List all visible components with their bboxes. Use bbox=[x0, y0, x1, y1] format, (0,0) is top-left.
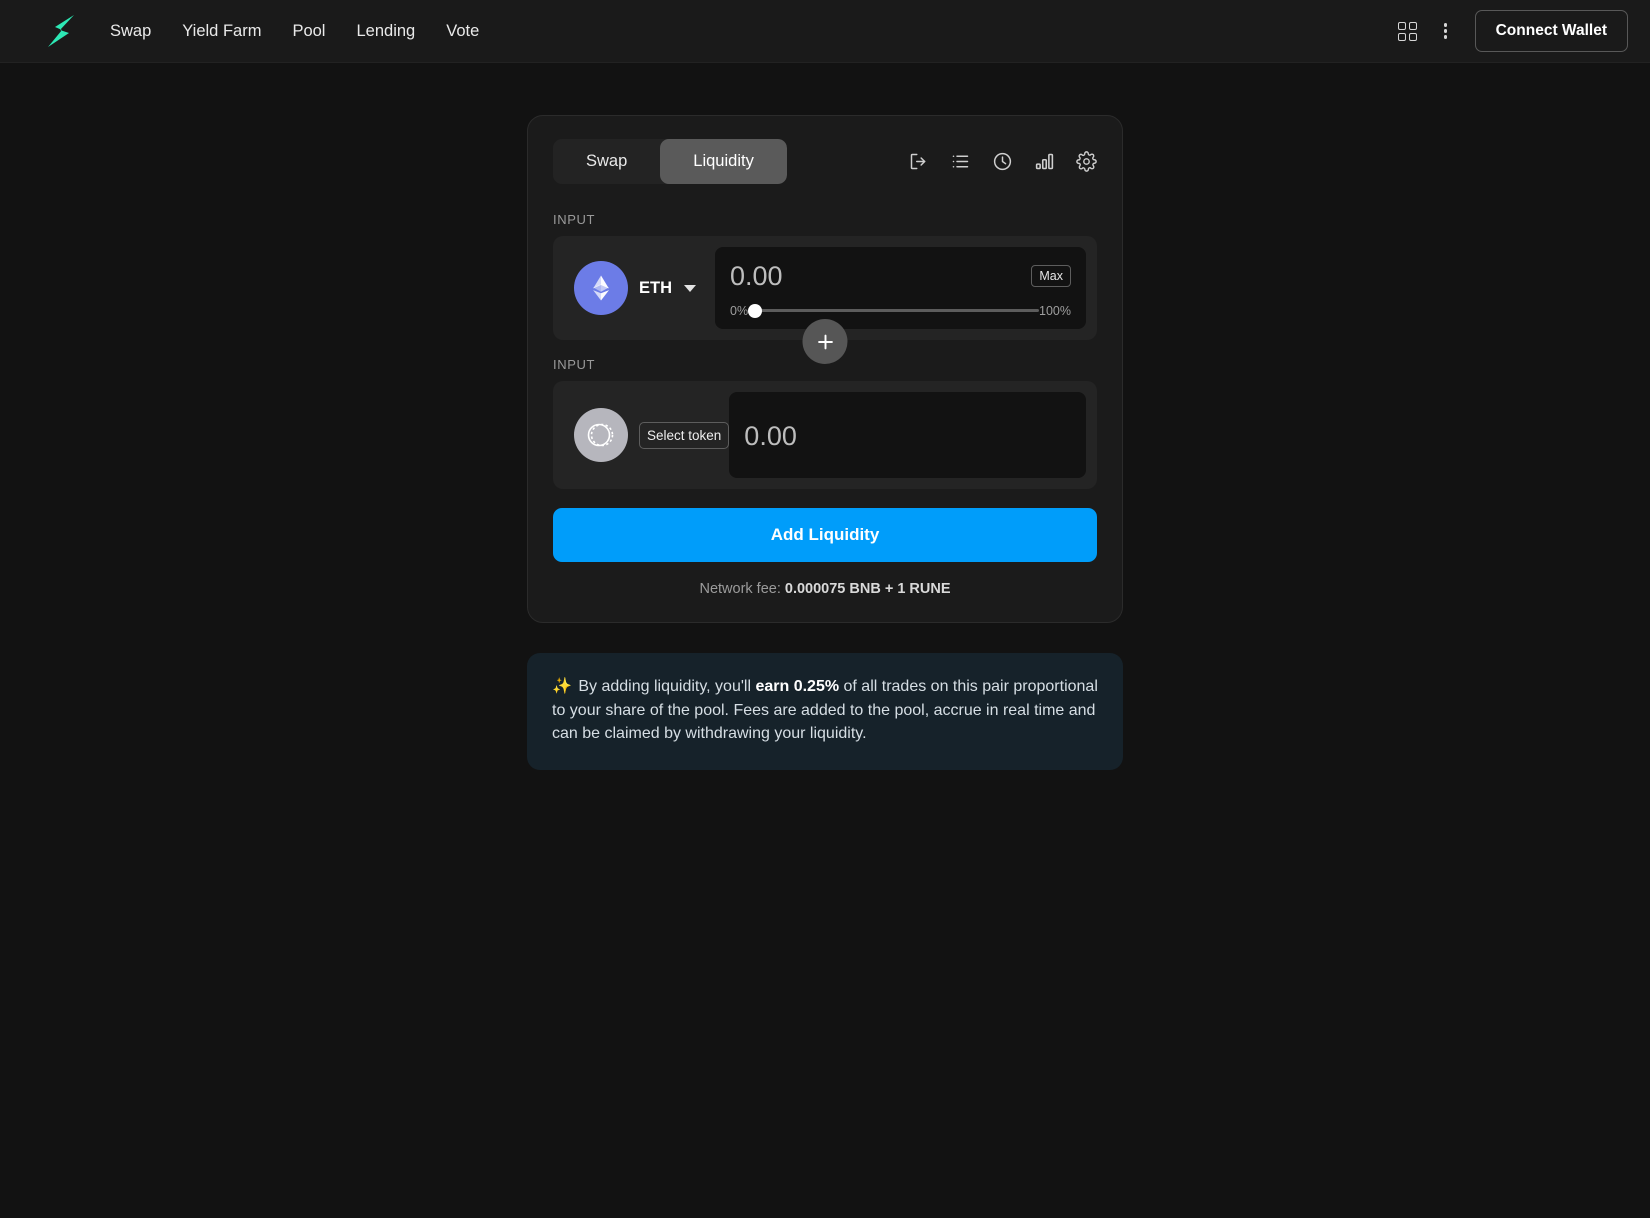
nav-item-lending[interactable]: Lending bbox=[354, 16, 417, 47]
slider-track-wrapper[interactable] bbox=[748, 303, 1040, 318]
select-token-button[interactable]: Select token bbox=[639, 421, 730, 449]
network-fee-value: 0.000075 BNB + 1 RUNE bbox=[784, 581, 951, 597]
input-one-label: INPUT bbox=[553, 212, 595, 227]
percent-slider[interactable]: 0% 100% bbox=[730, 303, 1071, 318]
input-two-amount-box bbox=[729, 392, 1086, 478]
unknown-token-avatar bbox=[574, 408, 628, 462]
input-one-amount-row: Max bbox=[730, 260, 1071, 292]
tab-swap[interactable]: Swap bbox=[553, 139, 660, 184]
token-selector-empty[interactable]: Select token bbox=[564, 408, 730, 462]
chart-button[interactable] bbox=[1034, 151, 1055, 172]
input-one-amount-field[interactable] bbox=[730, 260, 1032, 292]
clock-history-icon bbox=[993, 152, 1012, 171]
settings-button[interactable] bbox=[1076, 151, 1097, 172]
add-token-button[interactable] bbox=[802, 319, 848, 364]
top-header: Swap Yield Farm Pool Lending Vote Connec… bbox=[0, 0, 1650, 63]
liquidity-card: Swap Liquidity INPUT ETH 0.00 Max 0% 100… bbox=[527, 115, 1123, 623]
tab-liquidity[interactable]: Liquidity bbox=[660, 139, 787, 184]
mode-tabs: Swap Liquidity bbox=[553, 139, 787, 184]
lightning-bolt-logo[interactable] bbox=[42, 12, 80, 50]
ethereum-token-avatar bbox=[574, 261, 628, 315]
grid-apps-button[interactable] bbox=[1397, 21, 1417, 41]
connect-wallet-button[interactable]: Connect Wallet bbox=[1474, 10, 1628, 52]
lightning-bolt-icon bbox=[48, 15, 74, 47]
card-tool-icons bbox=[908, 151, 1097, 172]
nav-item-pool[interactable]: Pool bbox=[290, 16, 327, 47]
slider-max-label: 100% bbox=[1039, 303, 1071, 318]
info-banner-text-start: By adding liquidity, you'll bbox=[573, 678, 756, 695]
slider-min-label: 0% bbox=[730, 303, 749, 318]
input-two-panel: Select token bbox=[553, 381, 1097, 489]
add-liquidity-button[interactable]: Add Liquidity bbox=[553, 508, 1097, 562]
sparkles-icon: ✨ bbox=[552, 678, 572, 695]
info-banner-highlight: earn 0.25% bbox=[755, 678, 840, 695]
input-one-amount-box: Max 0% 100% bbox=[715, 247, 1086, 329]
grid-apps-icon bbox=[1397, 21, 1417, 41]
gear-settings-icon bbox=[1076, 151, 1097, 172]
token-symbol-eth: ETH bbox=[639, 278, 672, 297]
slider-track bbox=[748, 309, 1040, 312]
slider-thumb[interactable] bbox=[748, 303, 763, 318]
history-button[interactable] bbox=[992, 151, 1013, 172]
export-icon bbox=[910, 153, 926, 170]
nav-item-vote[interactable]: Vote bbox=[444, 16, 481, 47]
input-two-amount-field[interactable] bbox=[744, 420, 1071, 452]
max-button[interactable]: Max bbox=[1031, 265, 1071, 287]
ethereum-icon bbox=[593, 275, 609, 301]
card-header-row: Swap Liquidity bbox=[553, 139, 1097, 184]
list-icon bbox=[952, 155, 969, 168]
plus-icon bbox=[817, 334, 833, 349]
main-content: Swap Liquidity INPUT ETH 0.00 Max 0% 100… bbox=[0, 63, 1650, 770]
more-options-button[interactable] bbox=[1437, 21, 1455, 41]
liquidity-info-banner: ✨ By adding liquidity, you'll earn 0.25%… bbox=[527, 653, 1123, 770]
bar-chart-icon bbox=[1035, 153, 1054, 170]
main-navigation: Swap Yield Farm Pool Lending Vote bbox=[108, 16, 481, 47]
input-two-amount-row bbox=[744, 420, 1071, 452]
transactions-list-button[interactable] bbox=[950, 151, 971, 172]
export-button[interactable] bbox=[908, 151, 929, 172]
network-fee-text: Network fee: 0.000075 BNB + 1 RUNE bbox=[553, 581, 1097, 597]
unknown-token-icon bbox=[587, 423, 614, 447]
chevron-down-icon bbox=[684, 284, 696, 292]
network-fee-label: Network fee: bbox=[699, 581, 785, 597]
nav-item-yield-farm[interactable]: Yield Farm bbox=[180, 16, 263, 47]
vertical-dots-icon bbox=[1437, 21, 1455, 41]
header-actions: Connect Wallet bbox=[1397, 10, 1628, 52]
token-selector-eth[interactable]: ETH bbox=[564, 261, 715, 315]
nav-item-swap[interactable]: Swap bbox=[108, 16, 153, 47]
